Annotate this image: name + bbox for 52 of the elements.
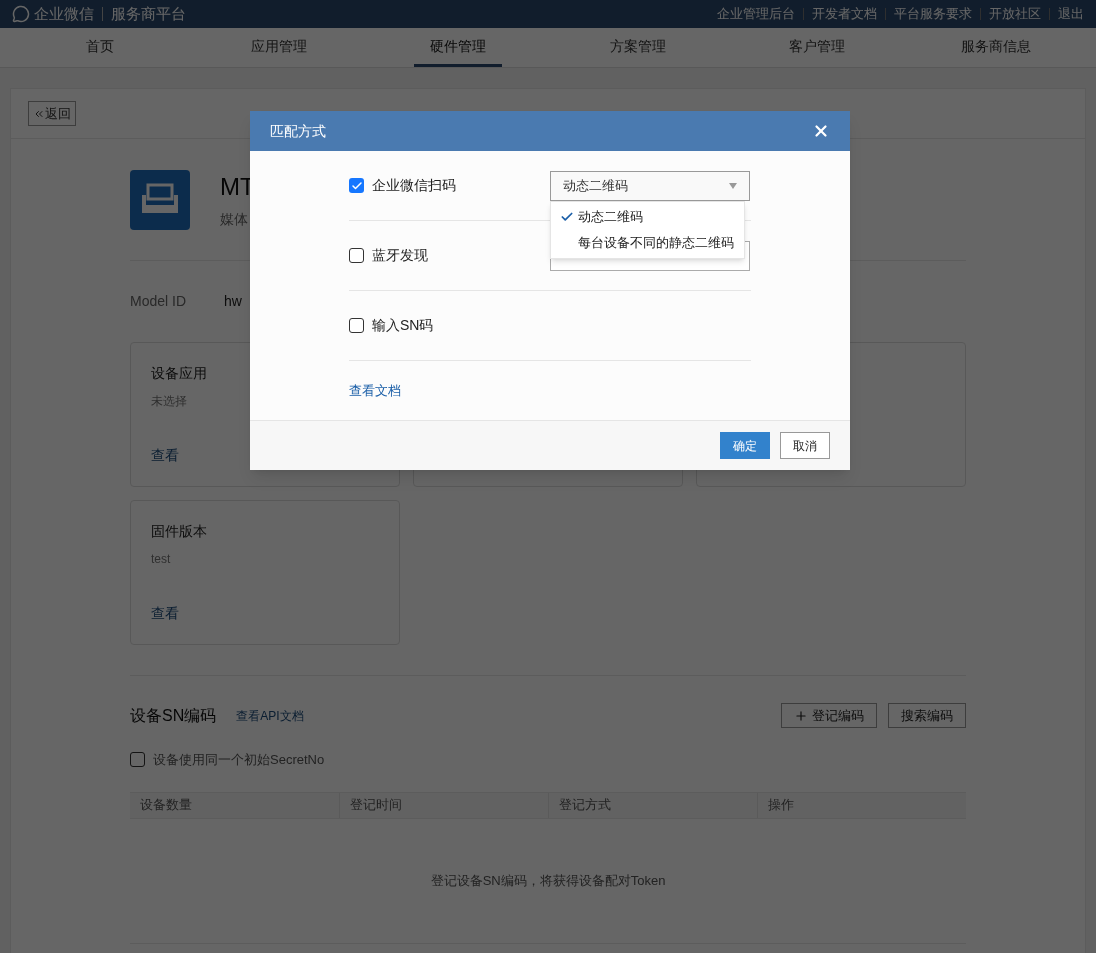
doc-link[interactable]: 查看文档 [349, 380, 401, 401]
option-label: 输入SN码 [372, 316, 434, 335]
select-value: 动态二维码 [563, 176, 628, 195]
device-name: MT [220, 172, 255, 202]
view-link[interactable]: 查看 [151, 445, 179, 466]
nav-tab[interactable]: 首页 [69, 28, 130, 67]
section-title: 设备SN编码 [130, 705, 217, 726]
dialog-title: 匹配方式 [270, 121, 326, 141]
top-link[interactable]: 退出 [1058, 4, 1084, 24]
logo-text: 企业微信 [34, 3, 94, 24]
plus-icon [794, 708, 808, 723]
top-link[interactable]: 平台服务要求 [894, 4, 972, 24]
field-label: Model ID [130, 292, 187, 311]
caret-icon [729, 182, 737, 189]
select-field[interactable]: 动态二维码 [550, 170, 750, 201]
checkbox[interactable] [349, 318, 364, 333]
option-label: 蓝牙发现 [372, 246, 428, 265]
cancel-button[interactable]: 取消 [780, 432, 830, 459]
field-value: hw [224, 292, 242, 311]
action-button[interactable]: 搜索编码 [888, 703, 966, 728]
view-link[interactable]: 查看 [151, 603, 179, 624]
top-link[interactable]: 开放社区 [989, 4, 1041, 24]
column-header: 操作 [757, 792, 966, 818]
checkbox[interactable] [349, 248, 364, 263]
checkbox[interactable] [349, 178, 364, 193]
column-header: 登记时间 [339, 792, 548, 818]
confirm-button[interactable]: 确定 [720, 432, 770, 459]
api-doc-link[interactable]: 查看API文档 [236, 706, 304, 725]
nav-tab[interactable]: 应用管理 [235, 28, 323, 67]
back-button[interactable]: 返回 [28, 101, 76, 126]
option-label: 企业微信扫码 [372, 176, 456, 195]
action-button[interactable]: 登记编码 [781, 703, 877, 728]
column-header: 登记方式 [548, 792, 757, 818]
nav-tab[interactable]: 硬件管理 [414, 28, 503, 67]
dropdown-option[interactable]: 每台设备不同的静态二维码 [551, 230, 744, 256]
chat-bubble-icon [12, 5, 30, 23]
top-link[interactable]: 企业管理后台 [717, 4, 795, 24]
device-subtitle: 媒体 [220, 210, 249, 229]
checkbox[interactable] [130, 752, 145, 768]
dropdown-option[interactable]: 动态二维码 [551, 204, 744, 230]
column-header: 设备数量 [139, 796, 193, 815]
platform-name: 服务商平台 [111, 3, 186, 24]
top-link[interactable]: 开发者文档 [812, 4, 877, 24]
nav-tab[interactable]: 服务商信息 [945, 28, 1048, 67]
empty-table-text: 登记设备SN编码，将获得设备配对Token [430, 871, 666, 890]
device-icon [130, 169, 190, 230]
close-icon [812, 122, 830, 140]
card-title: 固件版本 [151, 522, 208, 541]
card-title: 设备应用 [151, 364, 208, 383]
close-button[interactable] [812, 122, 830, 140]
nav-tab[interactable]: 客户管理 [772, 28, 861, 67]
nav-tab[interactable]: 方案管理 [593, 28, 682, 67]
